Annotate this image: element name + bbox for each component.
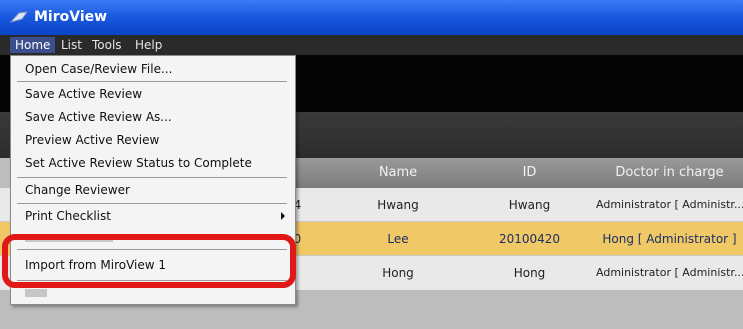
column-header-id[interactable]: ID [463,158,597,188]
menu-item-save-active-review-as[interactable]: Save Active Review As... [25,108,172,126]
menu-home[interactable]: Home [10,37,56,53]
table-cell-id: Hong [513,266,546,280]
menu-help[interactable]: Help [130,37,167,53]
menu-item-open-case-review-file[interactable]: Open Case/Review File... [25,60,172,78]
chevron-right-icon [281,212,285,220]
table-cell-doctor: Administrator [ Administr... [596,198,743,211]
miroview-logo-icon [10,11,28,23]
table-cell-id: 20100420 [498,232,561,246]
title-bar: MiroView [0,0,743,35]
menu-item-change-reviewer[interactable]: Change Reviewer [25,181,130,199]
menu-separator [17,177,287,178]
table-cell-id: Hwang [508,198,551,212]
highlight-annotation [2,234,296,288]
obscured-menu-item [25,289,47,297]
menu-separator [17,81,287,82]
column-header-doctor[interactable]: Doctor in charge [596,158,743,188]
menu-list[interactable]: List [56,37,87,53]
table-cell-name: Hong [382,266,414,280]
menu-item-save-active-review[interactable]: Save Active Review [25,85,142,103]
window-title: MiroView [34,9,108,25]
table-cell-name: Lee [387,232,409,246]
table-cell-name: Hwang [377,198,419,212]
menu-item-set-review-status-complete[interactable]: Set Active Review Status to Complete [25,154,252,172]
menu-item-preview-active-review[interactable]: Preview Active Review [25,131,159,149]
menu-tools[interactable]: Tools [87,37,127,53]
menu-bar: Home List Tools Help [0,35,743,55]
menu-item-print-checklist[interactable]: Print Checklist [25,207,111,225]
column-header-name[interactable]: Name [333,158,464,188]
table-cell-doctor: Administrator [ Administr... [596,266,743,279]
menu-separator [17,203,287,204]
table-cell-doctor: Hong [ Administrator ] [602,232,737,246]
